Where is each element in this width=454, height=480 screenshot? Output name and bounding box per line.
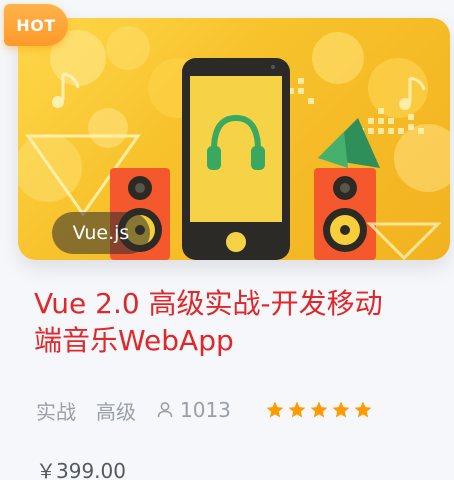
course-card[interactable]: Vue.js HOT Vue 2.0 高级实战-开发移动 端音乐WebApp 实… xyxy=(0,0,454,480)
course-meta: 实战 高级 1013 xyxy=(36,395,375,425)
course-type-label: 实战 xyxy=(36,399,76,424)
course-banner-image[interactable]: Vue.js xyxy=(18,18,450,260)
course-level-label: 高级 xyxy=(96,399,136,424)
course-price: ￥399.00 xyxy=(36,459,126,480)
course-title[interactable]: Vue 2.0 高级实战-开发移动 端音乐WebApp xyxy=(34,285,444,359)
star-icon xyxy=(266,401,284,418)
star-icon xyxy=(354,401,372,418)
user-icon xyxy=(157,402,173,418)
category-tag: Vue.js xyxy=(52,212,150,254)
star-icon xyxy=(310,401,328,418)
course-title-line2: 端音乐WebApp xyxy=(34,324,234,357)
star-icon xyxy=(332,401,350,418)
star-icon xyxy=(288,401,306,418)
course-title-line1: Vue 2.0 高级实战-开发移动 xyxy=(34,287,383,320)
student-count-value: 1013 xyxy=(180,398,231,422)
rating-stars xyxy=(265,400,375,420)
hot-badge: HOT xyxy=(4,4,68,46)
student-count: 1013 xyxy=(156,398,231,422)
